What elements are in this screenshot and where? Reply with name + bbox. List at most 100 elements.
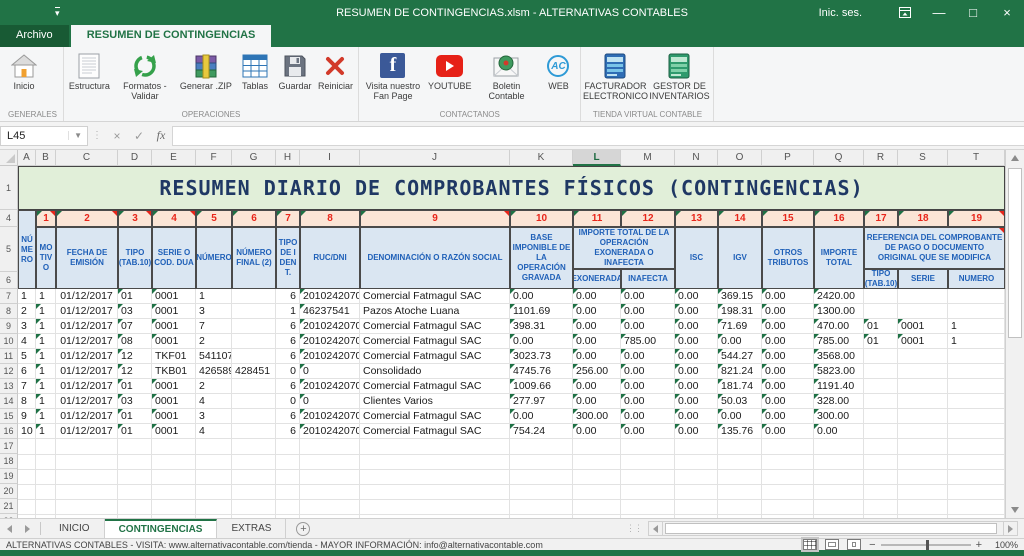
- cell-P9[interactable]: 0.00: [762, 319, 814, 334]
- header-cell-F[interactable]: NÚMERO: [196, 227, 232, 289]
- cell-B7[interactable]: 1: [36, 289, 56, 304]
- header-cell-H[interactable]: TIPO DE IDENT.: [276, 227, 300, 289]
- cell-D14[interactable]: 03: [118, 394, 152, 409]
- cell-Q10[interactable]: 785.00: [814, 334, 864, 349]
- cell-B11[interactable]: 1: [36, 349, 56, 364]
- cell-I11[interactable]: 20102420706: [300, 349, 360, 364]
- cell-P15[interactable]: 0.00: [762, 409, 814, 424]
- cell-D13[interactable]: 01: [118, 379, 152, 394]
- sheet-tab-inicio[interactable]: INICIO: [45, 519, 105, 538]
- cell-S7[interactable]: [898, 289, 948, 304]
- column-header-K[interactable]: K: [510, 150, 573, 166]
- cell-Q15[interactable]: 300.00: [814, 409, 864, 424]
- cell-L7[interactable]: 0.00: [573, 289, 621, 304]
- insert-function-icon[interactable]: fx: [150, 128, 172, 143]
- column-number-cell-14[interactable]: 14: [718, 210, 762, 227]
- cell-R8[interactable]: [864, 304, 898, 319]
- cell-H9[interactable]: 6: [276, 319, 300, 334]
- column-header-L[interactable]: L: [573, 150, 621, 166]
- cell-E15[interactable]: 0001: [152, 409, 196, 424]
- cell-G11[interactable]: [232, 349, 276, 364]
- cell-G14[interactable]: [232, 394, 276, 409]
- zoom-thumb[interactable]: [926, 540, 929, 550]
- row-header-4[interactable]: 4: [0, 210, 18, 227]
- cell-T14[interactable]: [948, 394, 1005, 409]
- column-number-cell-15[interactable]: 15: [762, 210, 814, 227]
- cell-K14[interactable]: 277.97: [510, 394, 573, 409]
- cell-C16[interactable]: 01/12/2017: [56, 424, 118, 439]
- cell-R11[interactable]: [864, 349, 898, 364]
- column-number-cell-11[interactable]: 11: [573, 210, 621, 227]
- cell-M13[interactable]: 0.00: [621, 379, 675, 394]
- cell-C14[interactable]: 01/12/2017: [56, 394, 118, 409]
- cell-A12[interactable]: 6: [18, 364, 36, 379]
- cell-H15[interactable]: 6: [276, 409, 300, 424]
- cell-P13[interactable]: 0.00: [762, 379, 814, 394]
- cell-K9[interactable]: 398.31: [510, 319, 573, 334]
- cell-N7[interactable]: 0.00: [675, 289, 718, 304]
- cancel-entry-icon[interactable]: ×: [106, 129, 128, 143]
- cell-N11[interactable]: 0.00: [675, 349, 718, 364]
- cell-F14[interactable]: 4: [196, 394, 232, 409]
- cell-C12[interactable]: 01/12/2017: [56, 364, 118, 379]
- cell-A7[interactable]: 1: [18, 289, 36, 304]
- cell-E7[interactable]: 0001: [152, 289, 196, 304]
- column-header-Q[interactable]: Q: [814, 150, 864, 166]
- cell-J9[interactable]: Comercial Fatmagul SAC: [360, 319, 510, 334]
- zoom-track[interactable]: [881, 544, 971, 546]
- column-number-cell-7[interactable]: 7: [276, 210, 300, 227]
- cell-G8[interactable]: [232, 304, 276, 319]
- cell-M8[interactable]: 0.00: [621, 304, 675, 319]
- cell-H16[interactable]: 6: [276, 424, 300, 439]
- cell-I15[interactable]: 20102420706: [300, 409, 360, 424]
- cell-E13[interactable]: 0001: [152, 379, 196, 394]
- cell-F16[interactable]: 4: [196, 424, 232, 439]
- quick-access-customize-icon[interactable]: ▾: [55, 7, 60, 18]
- cell-G10[interactable]: [232, 334, 276, 349]
- row-header-8[interactable]: 8: [0, 304, 18, 319]
- normal-view-icon[interactable]: [803, 539, 817, 550]
- cell-N12[interactable]: 0.00: [675, 364, 718, 379]
- cell-A10[interactable]: 4: [18, 334, 36, 349]
- cell-M14[interactable]: 0.00: [621, 394, 675, 409]
- estructura-button[interactable]: Estructura: [66, 49, 113, 91]
- cell-L11[interactable]: 0.00: [573, 349, 621, 364]
- formatos-validar-button[interactable]: Formatos - Validar: [113, 49, 177, 102]
- row-header-12[interactable]: 12: [0, 364, 18, 379]
- cell-G12[interactable]: 428451: [232, 364, 276, 379]
- cell-T8[interactable]: [948, 304, 1005, 319]
- header-group-cell[interactable]: REFERENCIA DEL COMPROBANTE DE PAGO O DOC…: [864, 227, 1005, 269]
- cell-F11[interactable]: 5411077: [196, 349, 232, 364]
- cell-N16[interactable]: 0.00: [675, 424, 718, 439]
- cell-B14[interactable]: 1: [36, 394, 56, 409]
- row-header-10[interactable]: 10: [0, 334, 18, 349]
- confirm-entry-icon[interactable]: ✓: [128, 129, 150, 143]
- formula-input[interactable]: [172, 126, 1024, 146]
- cell-B9[interactable]: 1: [36, 319, 56, 334]
- cell-O13[interactable]: 181.74: [718, 379, 762, 394]
- inicio-button[interactable]: Inicio: [4, 49, 44, 91]
- cell-D11[interactable]: 12: [118, 349, 152, 364]
- cell-C11[interactable]: 01/12/2017: [56, 349, 118, 364]
- column-header-T[interactable]: T: [948, 150, 1005, 166]
- cell-F13[interactable]: 2: [196, 379, 232, 394]
- row-header-6[interactable]: 6: [0, 272, 18, 289]
- cell-E11[interactable]: TKF01: [152, 349, 196, 364]
- cell-K11[interactable]: 3023.73: [510, 349, 573, 364]
- cell-Q9[interactable]: 470.00: [814, 319, 864, 334]
- header-cell-B[interactable]: MOTIVO: [36, 227, 56, 289]
- sign-in-link[interactable]: Inic. ses.: [819, 7, 862, 19]
- horizontal-scrollbar[interactable]: [648, 521, 1018, 536]
- cell-I12[interactable]: 0: [300, 364, 360, 379]
- cell-R10[interactable]: 01: [864, 334, 898, 349]
- column-header-G[interactable]: G: [232, 150, 276, 166]
- cell-M11[interactable]: 0.00: [621, 349, 675, 364]
- cell-L8[interactable]: 0.00: [573, 304, 621, 319]
- cell-T11[interactable]: [948, 349, 1005, 364]
- cell-K16[interactable]: 754.24: [510, 424, 573, 439]
- cell-K13[interactable]: 1009.66: [510, 379, 573, 394]
- cell-H13[interactable]: 6: [276, 379, 300, 394]
- reiniciar-button[interactable]: Reiniciar: [315, 49, 356, 91]
- guardar-button[interactable]: Guardar: [275, 49, 315, 91]
- cell-D16[interactable]: 01: [118, 424, 152, 439]
